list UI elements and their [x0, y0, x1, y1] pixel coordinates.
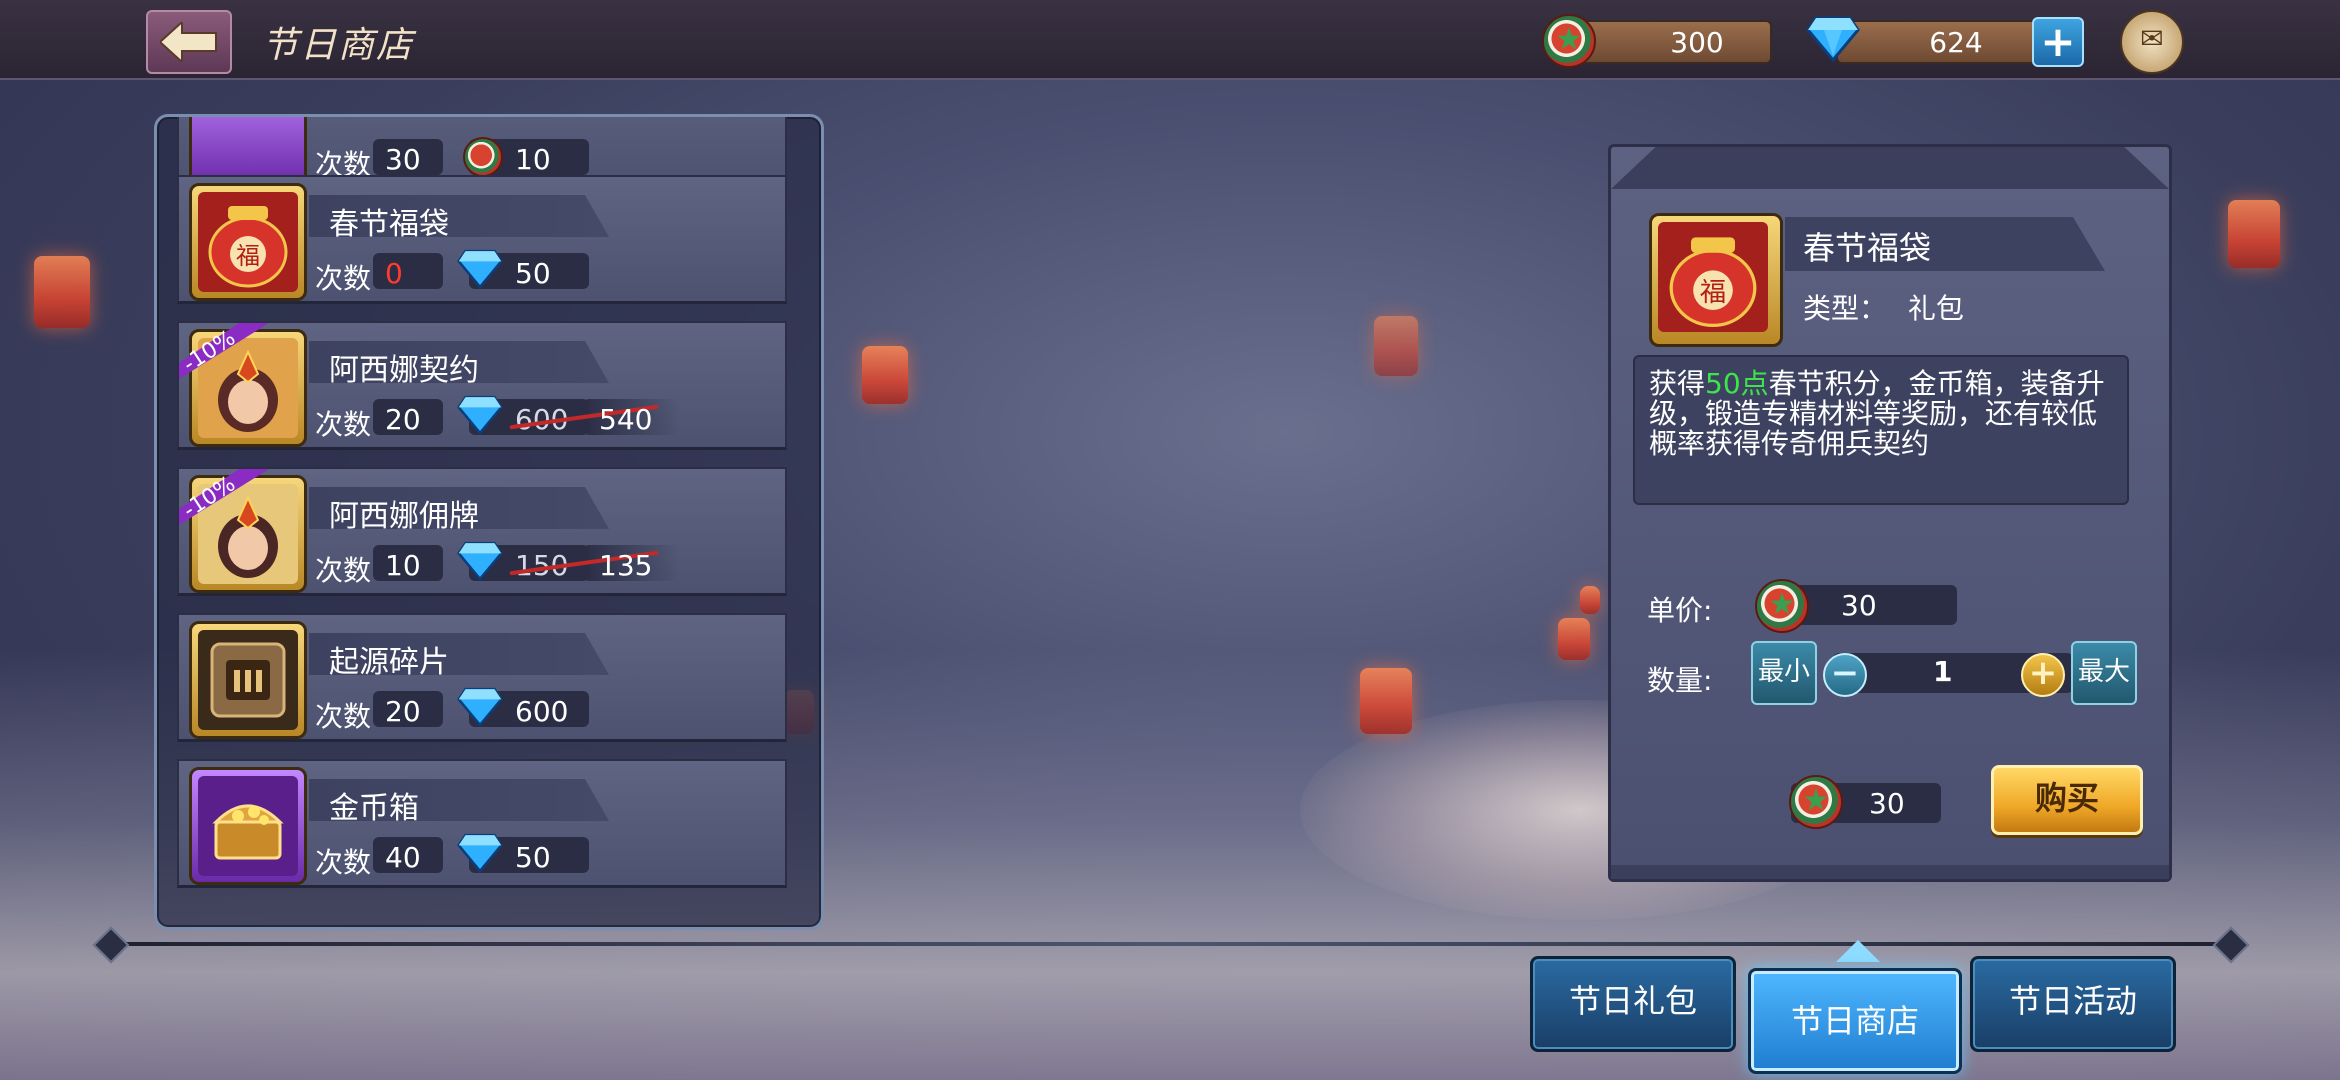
- lantern-decoration: [862, 346, 908, 404]
- count-value: 40: [385, 841, 421, 874]
- increase-quantity-button[interactable]: +: [2021, 653, 2065, 697]
- bottom-divider: [100, 942, 2240, 946]
- price-value: 50: [515, 257, 551, 290]
- buy-button[interactable]: 购买: [1991, 765, 2143, 835]
- top-bar: 节日商店 ★ 300 624 + ✉: [0, 0, 2340, 80]
- festival-token-icon: [463, 137, 503, 177]
- item-name: 阿西娜契约: [329, 353, 479, 388]
- lucky-bag-icon: 福: [189, 183, 307, 301]
- blue-gem-icon: [457, 687, 503, 727]
- item-name: 起源碎片: [329, 645, 449, 680]
- festival-token-icon: ★: [1755, 579, 1809, 633]
- item-name: 阿西娜佣牌: [329, 499, 479, 534]
- lantern-decoration: [34, 256, 90, 328]
- count-box: [373, 253, 443, 289]
- decrease-quantity-button[interactable]: −: [1823, 653, 1867, 697]
- detail-item-type: 类型： 礼包: [1803, 287, 1964, 327]
- desc-highlight: 50点: [1705, 367, 1769, 400]
- quantity-value: 1: [1933, 655, 1953, 688]
- price-value: 50: [515, 841, 551, 874]
- price-value: 10: [515, 143, 551, 176]
- type-label: 类型：: [1803, 292, 1888, 325]
- count-value: 30: [385, 143, 421, 176]
- total-price-value: 30: [1869, 787, 1905, 820]
- blue-gem-icon: [1806, 16, 1860, 62]
- gems-counter: 624: [1806, 14, 2040, 64]
- back-button[interactable]: [146, 10, 232, 74]
- svg-text:福: 福: [236, 242, 260, 270]
- gold-chest-icon: [189, 767, 307, 885]
- type-value: 礼包: [1907, 292, 1964, 325]
- item-name: 春节福袋: [329, 207, 449, 242]
- lucky-bag-art: 福: [1658, 222, 1768, 332]
- festival-points-counter: ★ 300: [1542, 14, 1782, 68]
- count-label: 次数: [315, 700, 372, 733]
- count-value: 10: [385, 549, 421, 582]
- origin-fragment-icon: [189, 621, 307, 739]
- count-label: 次数: [315, 408, 372, 441]
- detail-panel-header: [1611, 147, 2169, 189]
- lucky-bag-art: 福: [198, 192, 298, 292]
- festival-token-icon: ★: [1789, 775, 1843, 829]
- unit-price-label: 单价:: [1647, 594, 1713, 627]
- tab-festival-shop[interactable]: 节日商店: [1748, 968, 1962, 1074]
- shop-item-row[interactable]: 金币箱 次数 40 50: [177, 759, 787, 888]
- shop-item-row[interactable]: 起源碎片 次数 20 600: [177, 613, 787, 742]
- lantern-decoration: [2228, 200, 2280, 268]
- lantern-decoration: [1580, 586, 1600, 614]
- festival-token-icon: ★: [1542, 14, 1596, 68]
- active-tab-pointer: [1836, 940, 1880, 962]
- count-label: 次数: [315, 262, 372, 295]
- item-detail-panel: 福 春节福袋 类型： 礼包 获得50点春节积分，金币箱，装备升级，锻造专精材料等…: [1608, 144, 2172, 882]
- desc-prefix: 获得: [1649, 367, 1706, 400]
- shop-item-row[interactable]: -10% 阿西娜佣牌 次数 10 150 135: [177, 467, 787, 596]
- discount-price-value: 540: [599, 403, 653, 436]
- lucky-bag-icon: 福: [1649, 213, 1783, 347]
- detail-description: 获得50点春节积分，金币箱，装备升级，锻造专精材料等奖励，还有较低概率获得传奇佣…: [1633, 355, 2129, 505]
- gems-value: 624: [1929, 26, 1983, 59]
- count-value: 0: [385, 257, 403, 290]
- origin-fragment-art: [198, 630, 298, 730]
- plus-icon: +: [2040, 17, 2076, 66]
- detail-panel-footer: [1611, 865, 2169, 879]
- shop-item-row[interactable]: 福 春节福袋 次数 0 50: [177, 175, 787, 304]
- shop-item-row[interactable]: -10% 阿西娜契约 次数 20 600 540: [177, 321, 787, 450]
- lantern-decoration: [1374, 316, 1418, 376]
- detail-item-name: 春节福袋: [1803, 229, 1932, 267]
- unit-price-value: 30: [1841, 589, 1877, 622]
- shop-item-list[interactable]: 次数 30 10 福 春节福袋 次数 0 50 -10% 阿西娜契约 次数 20…: [154, 114, 824, 930]
- count-value: 20: [385, 695, 421, 728]
- tab-festival-gift-pack[interactable]: 节日礼包: [1530, 956, 1736, 1052]
- count-label: 次数: [315, 554, 372, 587]
- item-name: 金币箱: [329, 791, 419, 826]
- count-value: 20: [385, 403, 421, 436]
- festival-points-value: 300: [1670, 26, 1724, 59]
- blue-gem-icon: [457, 833, 503, 873]
- lantern-decoration: [1360, 668, 1412, 734]
- blue-gem-icon: [457, 249, 503, 289]
- count-label: 次数: [315, 846, 372, 879]
- lantern-decoration: [1558, 618, 1590, 660]
- discount-price-value: 135: [599, 549, 653, 582]
- tab-festival-activities[interactable]: 节日活动: [1970, 956, 2176, 1052]
- blue-gem-icon: [457, 395, 503, 435]
- back-arrow-icon: [160, 22, 217, 62]
- max-quantity-button[interactable]: 最大: [2071, 641, 2137, 705]
- mail-icon: ✉: [2140, 22, 2164, 55]
- add-gems-button[interactable]: +: [2032, 17, 2084, 67]
- mail-button[interactable]: ✉: [2120, 10, 2184, 74]
- blue-gem-icon: [457, 541, 503, 581]
- quantity-label: 数量:: [1647, 664, 1713, 697]
- price-value: 600: [515, 695, 569, 728]
- gold-chest-art: [198, 776, 298, 876]
- min-quantity-button[interactable]: 最小: [1751, 641, 1817, 705]
- svg-text:福: 福: [1700, 277, 1726, 308]
- page-title: 节日商店: [262, 25, 415, 66]
